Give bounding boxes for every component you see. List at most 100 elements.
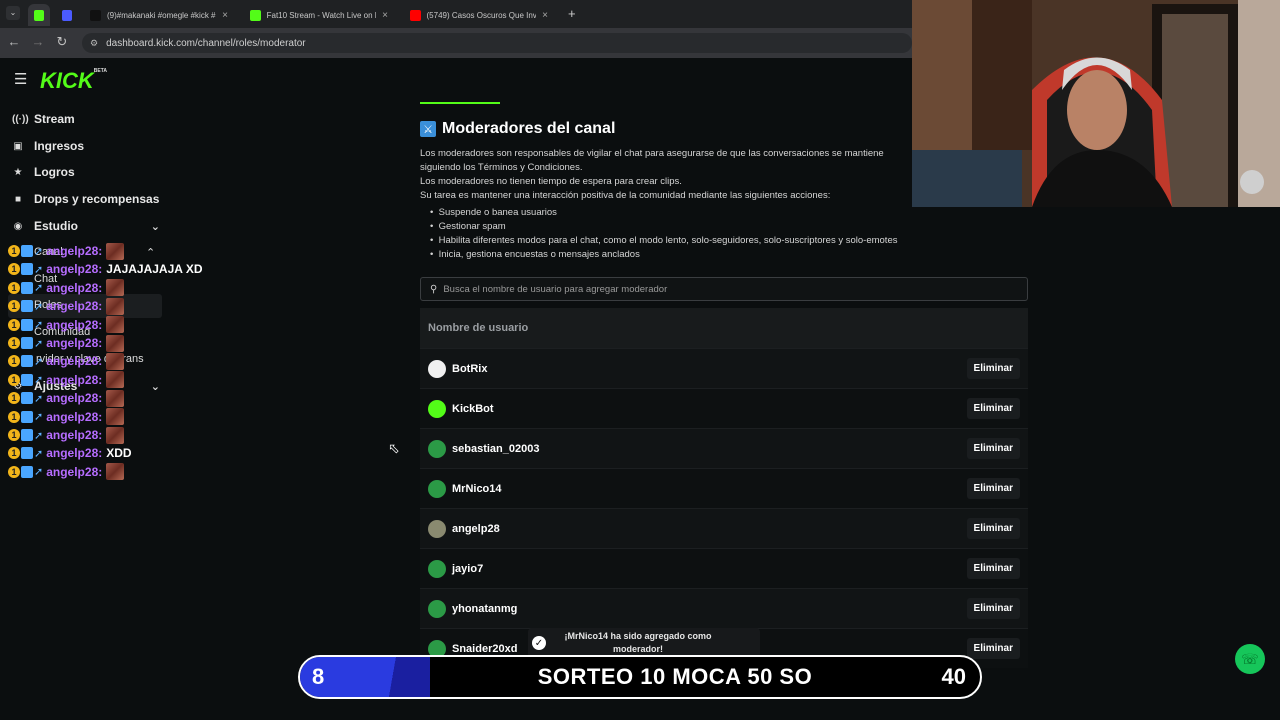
chat-emote-icon xyxy=(106,389,125,407)
sidebar-item-stream[interactable]: ((·)) Stream xyxy=(12,109,75,129)
reload-icon[interactable]: ↻ xyxy=(54,34,70,50)
chat-emote-icon xyxy=(106,242,125,260)
menu-icon[interactable]: ☰ xyxy=(14,70,27,88)
badge-number-icon: 1 xyxy=(8,355,20,368)
gift-icon: ■ xyxy=(14,193,22,205)
close-tab-icon[interactable]: × xyxy=(222,10,228,21)
badge-sword-icon: ➚ xyxy=(34,392,44,405)
badge-number-icon: 1 xyxy=(8,410,20,423)
avatar xyxy=(428,519,446,538)
chat-username[interactable]: angelp28: xyxy=(46,318,102,332)
description-line: Los moderadores son responsables de vigi… xyxy=(420,148,884,159)
url-field[interactable]: ⚙ dashboard.kick.com/channel/roles/moder… xyxy=(82,33,912,53)
forward-icon[interactable]: → xyxy=(30,34,46,49)
badge-sword-icon: ➚ xyxy=(34,429,44,442)
page-title: ⚔ Moderadores del canal xyxy=(420,120,615,138)
sidebar-item-ingresos[interactable]: ▣ Ingresos xyxy=(12,136,84,156)
search-placeholder: Busca el nombre de usuario para agregar … xyxy=(443,283,668,295)
chat-username[interactable]: angelp28: xyxy=(46,391,102,405)
remove-moderator-button[interactable]: Eliminar xyxy=(966,358,1020,379)
badge-gem-icon xyxy=(21,355,33,368)
avatar xyxy=(428,479,446,498)
badge-sword-icon: ➚ xyxy=(34,447,44,460)
chat-username[interactable]: angelp28: xyxy=(46,299,102,313)
moderator-username: angelp28 xyxy=(452,522,500,535)
browser-tab[interactable]: (9)#makanaki #omegle #kick # × xyxy=(84,4,234,26)
chat-username[interactable]: angelp28: xyxy=(46,410,102,424)
banner-right-number: 40 xyxy=(941,664,966,689)
headset-icon: ☏ xyxy=(1241,650,1259,667)
chat-text: JAJAJAJAJA XD xyxy=(106,262,203,277)
trophy-icon: ★ xyxy=(13,166,23,178)
chat-username[interactable]: angelp28: xyxy=(46,373,102,387)
new-tab-button[interactable]: + xyxy=(568,6,576,21)
back-icon[interactable]: ← xyxy=(6,34,22,49)
badge-sword-icon: ➚ xyxy=(34,282,44,295)
browser-tab[interactable] xyxy=(28,4,50,26)
remove-moderator-button[interactable]: Eliminar xyxy=(966,478,1020,499)
bullet-item: • Habilita diferentes modos para el chat… xyxy=(430,235,898,246)
chat-username[interactable]: angelp28: xyxy=(46,465,102,479)
badge-sword-icon: ➚ xyxy=(34,319,44,332)
site-info-icon[interactable]: ⚙ xyxy=(90,38,98,49)
chat-emote-icon xyxy=(106,408,125,426)
chat-message: 1 ➚ angelp28: xyxy=(8,408,125,426)
badge-sword-icon: ➚ xyxy=(34,355,44,368)
sidebar-item-label: Ingresos xyxy=(34,139,85,153)
badge-sword-icon: ➚ xyxy=(34,245,44,258)
table-header: Nombre de usuario xyxy=(420,308,1028,348)
chevron-up-icon[interactable]: ⌃ xyxy=(146,246,155,259)
chat-message: 1 ➚ angelp28: xyxy=(8,463,125,481)
chat-username[interactable]: angelp28: xyxy=(46,244,102,258)
chat-username[interactable]: angelp28: xyxy=(46,354,102,368)
chat-message: 1 ➚ angelp28: xyxy=(8,352,125,370)
chat-username[interactable]: angelp28: xyxy=(46,262,102,276)
tab-label: (5749) Casos Oscuros Que Inve xyxy=(426,10,537,20)
browser-tab[interactable]: Fat10 Stream - Watch Live on K × xyxy=(244,4,394,26)
sidebar-item-drops[interactable]: ■ Drops y recompensas xyxy=(12,189,159,209)
sidebar-item-estudio[interactable]: ◉ Estudio ⌄ xyxy=(12,216,160,236)
badge-number-icon: 1 xyxy=(8,300,20,313)
remove-moderator-button[interactable]: Eliminar xyxy=(966,438,1020,459)
badge-sword-icon: ➚ xyxy=(34,466,44,479)
tab-search-button[interactable]: ⌄ xyxy=(6,6,20,20)
moderator-username: KickBot xyxy=(452,402,494,415)
badge-sword-icon: ➚ xyxy=(34,300,44,313)
browser-tab[interactable]: (5749) Casos Oscuros Que Inve × xyxy=(404,4,554,26)
table-row: sebastian_02003 Eliminar xyxy=(420,428,1028,468)
chat-username[interactable]: angelp28: xyxy=(46,281,102,295)
chat-emote-icon xyxy=(106,426,125,444)
chat-message: 1 ➚ angelp28: xyxy=(8,242,125,260)
kick-logo[interactable]: KICKBETA xyxy=(40,68,107,94)
chat-username[interactable]: angelp28: xyxy=(46,428,102,442)
tab-label: Fat10 Stream - Watch Live on K xyxy=(266,10,377,20)
radio-icon: ((·)) xyxy=(12,113,29,125)
browser-tab[interactable] xyxy=(56,4,78,26)
table-row: BotRix Eliminar xyxy=(420,348,1028,388)
chat-message: 1 ➚ angelp28: xyxy=(8,279,125,297)
column-header-username: Nombre de usuario xyxy=(428,322,529,334)
close-tab-icon[interactable]: × xyxy=(382,10,388,21)
help-chat-button[interactable]: ☏ xyxy=(1235,644,1265,674)
remove-moderator-button[interactable]: Eliminar xyxy=(966,398,1020,419)
studio-icon: ◉ xyxy=(13,220,23,232)
tab-favicon-icon xyxy=(410,9,421,21)
sidebar-item-logros[interactable]: ★ Logros xyxy=(12,162,75,182)
sidebar-item-label: Estudio xyxy=(34,219,78,233)
chat-username[interactable]: angelp28: xyxy=(46,336,102,350)
close-tab-icon[interactable]: × xyxy=(542,10,548,21)
banner-left-number: 8 xyxy=(300,657,430,697)
toast-text: ¡MrNico14 ha sido agregado como moderado… xyxy=(564,631,712,654)
remove-moderator-button[interactable]: Eliminar xyxy=(966,598,1020,619)
badge-gem-icon xyxy=(21,392,33,405)
badge-gem-icon xyxy=(21,447,33,460)
chat-text: XDD xyxy=(106,446,132,461)
chat-message: 1 ➚ angelp28: xyxy=(8,334,125,352)
remove-moderator-button[interactable]: Eliminar xyxy=(966,518,1020,539)
moderator-search-input[interactable]: ⚲ Busca el nombre de usuario para agrega… xyxy=(420,277,1028,301)
chat-username[interactable]: angelp28: xyxy=(46,446,102,460)
tab-favicon-icon xyxy=(90,9,101,21)
remove-moderator-button[interactable]: Eliminar xyxy=(966,558,1020,579)
bullet-item: • Suspende o banea usuarios xyxy=(430,207,557,218)
remove-moderator-button[interactable]: Eliminar xyxy=(966,638,1020,659)
